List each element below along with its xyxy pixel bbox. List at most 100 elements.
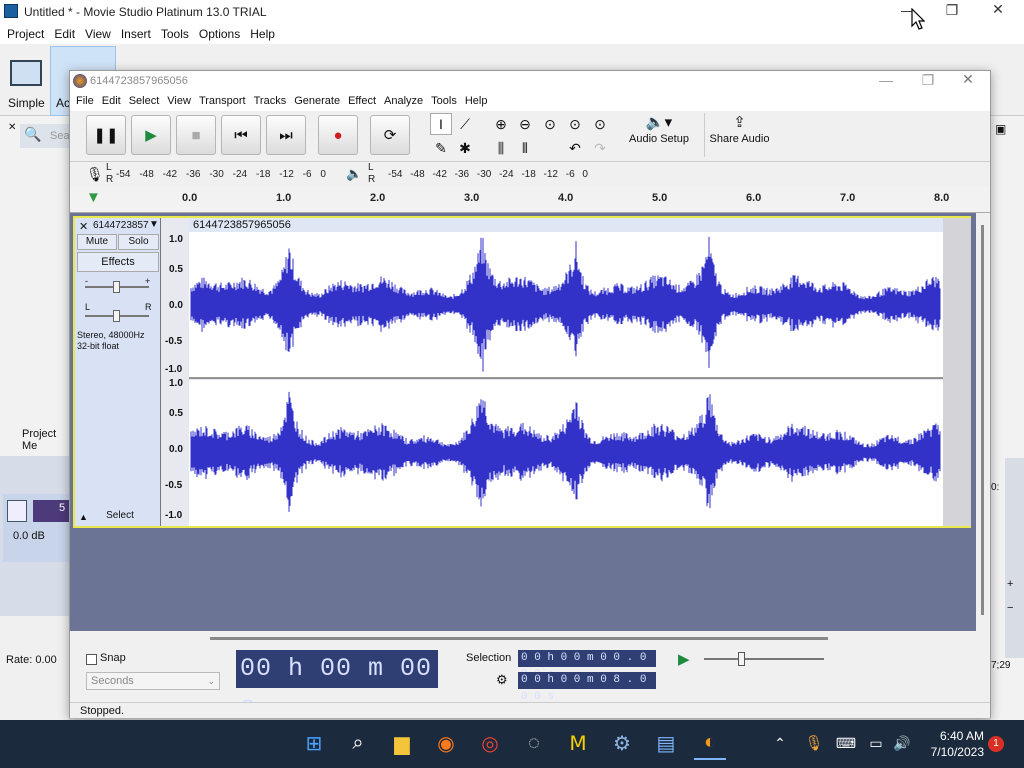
horizontal-scrollbar[interactable] [70, 631, 976, 645]
multi-tool-icon[interactable]: ✱ [454, 137, 476, 159]
menu-options[interactable]: Options [199, 27, 240, 41]
speed-slider-thumb[interactable] [738, 652, 745, 666]
snap-units-select[interactable]: Seconds ⌄ [86, 672, 220, 690]
audacity-maximize-icon[interactable]: ❐ [914, 72, 942, 89]
search-box[interactable]: 🔍 Sea [20, 124, 70, 148]
menu-help[interactable]: Help [465, 95, 488, 107]
collapse-track-icon[interactable]: ▲ [79, 512, 88, 522]
timeline-ruler[interactable]: ▼ 0.0 1.0 2.0 3.0 4.0 5.0 6.0 7.0 8.0 [70, 187, 990, 213]
track-header[interactable]: 5 0.0 dB [3, 494, 69, 562]
playback-meter[interactable]: -54 -48 -42 -36 -30 -24 -18 -12 -6 0 [388, 166, 588, 182]
menu-help[interactable]: Help [250, 27, 275, 41]
menu-view[interactable]: View [167, 95, 191, 107]
stop-button[interactable]: ■ [176, 115, 216, 155]
menu-file[interactable]: File [76, 95, 94, 107]
microphone-icon[interactable]: 🎙 [798, 726, 830, 760]
record-meter[interactable]: -54 -48 -42 -36 -30 -24 -18 -12 -6 0 [116, 166, 326, 182]
timeline-scroll[interactable] [1005, 458, 1024, 658]
menu-generate[interactable]: Generate [294, 95, 340, 107]
menu-effect[interactable]: Effect [348, 95, 376, 107]
windows-start-icon[interactable]: ⊞ [298, 726, 330, 760]
effects-button[interactable]: Effects [77, 252, 159, 272]
loop-button[interactable]: ⟳ [370, 115, 410, 155]
close-icon[interactable]: ✕ [984, 1, 1012, 18]
silence-selection-icon[interactable]: ⫴ [514, 137, 536, 159]
menu-edit[interactable]: Edit [102, 95, 121, 107]
skip-start-button[interactable]: ⏮ [221, 115, 261, 155]
waveform[interactable] [189, 232, 943, 526]
menu-edit[interactable]: Edit [54, 27, 75, 41]
draw-tool-icon[interactable]: ✎ [430, 137, 452, 159]
redo-icon[interactable]: ↷ [589, 137, 611, 159]
envelope-tool-icon[interactable]: ⟋ [454, 113, 476, 135]
vertical-scrollbar[interactable] [976, 213, 990, 631]
select-button[interactable]: Select [95, 510, 145, 524]
selection-start-field[interactable]: 0 0 h 0 0 m 0 0 . 0 0 0 s [518, 650, 656, 681]
movie-studio-taskbar-icon[interactable]: ▤ [650, 726, 682, 760]
time-display[interactable]: 00 h 00 m 00 s [236, 650, 438, 721]
chrome-icon[interactable]: ◎ [474, 726, 506, 760]
gain-slider-thumb[interactable] [113, 281, 120, 293]
fit-selection-icon[interactable]: ⊙ [539, 113, 561, 135]
selection-end-field[interactable]: 0 0 h 0 0 m 0 8 . 0 0 0 s [518, 672, 656, 703]
zoom-in-tool-icon[interactable]: ⊕ [490, 113, 512, 135]
menu-project[interactable]: Project [7, 27, 44, 41]
menu-transport[interactable]: Transport [199, 95, 246, 107]
pause-button[interactable]: ❚❚ [86, 115, 126, 155]
horizontal-scroll-thumb[interactable] [210, 637, 828, 640]
panel-icon[interactable]: ▣ [995, 122, 1006, 136]
maximize-icon[interactable]: ❐ [938, 2, 966, 19]
zoom-in-icon[interactable]: + [1007, 578, 1013, 590]
audacity-minimize-icon[interactable]: — [872, 72, 900, 88]
mute-button[interactable]: Mute [77, 234, 117, 250]
solo-button[interactable]: Solo [118, 234, 159, 250]
menu-select[interactable]: Select [129, 95, 160, 107]
app-icon[interactable]: ◌ [518, 726, 550, 760]
audio-track[interactable]: ✕ 6144723857 ▼ Mute Solo Effects - + L R… [73, 216, 971, 528]
play-button[interactable]: ▶ [131, 115, 171, 155]
clock[interactable]: 6:40 AM 7/10/2023 [920, 728, 984, 760]
timeline-options-icon[interactable]: ▼ [86, 189, 101, 206]
selection-settings-icon[interactable]: ⚙ [496, 672, 508, 688]
selection-tool-icon[interactable]: I [430, 113, 452, 135]
menu-analyze[interactable]: Analyze [384, 95, 423, 107]
playback-speaker-icon[interactable]: 🔈 [346, 166, 362, 182]
movie-maker-icon[interactable]: Ⅿ [562, 726, 594, 760]
skip-end-button[interactable]: ⏭ [266, 115, 306, 155]
play-at-speed-icon[interactable]: ▶ [678, 650, 690, 668]
panel-close-icon[interactable]: ✕ [8, 122, 16, 133]
keyboard-icon[interactable]: ⌨ [830, 726, 862, 760]
audio-setup-button[interactable]: 🔈▾ Audio Setup [626, 113, 692, 157]
volume-icon[interactable]: 🔊 [886, 726, 918, 760]
simple-mode-button[interactable]: Simple [8, 96, 45, 110]
undo-icon[interactable]: ↶ [564, 137, 586, 159]
track-menu-chevron-icon[interactable]: ▼ [149, 219, 159, 230]
zoom-toggle-icon[interactable]: ⊙ [589, 113, 611, 135]
project-media-tab[interactable]: Project Me [22, 428, 69, 452]
speed-slider[interactable] [704, 658, 824, 660]
zoom-out-tool-icon[interactable]: ⊖ [514, 113, 536, 135]
record-button[interactable]: ● [318, 115, 358, 155]
notification-badge[interactable]: 1 [988, 736, 1004, 752]
file-explorer-icon[interactable]: ▆ [386, 726, 418, 760]
fit-project-icon[interactable]: ⊙ [564, 113, 586, 135]
clip-header[interactable]: 6144723857965056 [189, 218, 943, 232]
firefox-icon[interactable]: ◉ [430, 726, 462, 760]
vertical-scroll-thumb[interactable] [981, 225, 984, 615]
trim-outside-icon[interactable]: ⫼ [490, 137, 512, 159]
menu-tools[interactable]: Tools [431, 95, 457, 107]
audacity-close-icon[interactable]: ✕ [954, 71, 982, 88]
zoom-out-icon[interactable]: − [1007, 602, 1013, 614]
snap-checkbox[interactable] [86, 654, 97, 665]
settings-icon[interactable]: ⚙ [606, 726, 638, 760]
pan-slider-thumb[interactable] [113, 310, 120, 322]
search-icon[interactable]: ⌕ [342, 726, 374, 760]
microphone-icon[interactable]: 🎙 [86, 166, 104, 183]
audacity-taskbar-icon[interactable]: ◐ [694, 726, 726, 760]
simple-mode-icon[interactable] [10, 60, 42, 86]
menu-insert[interactable]: Insert [121, 27, 151, 41]
chevron-up-icon[interactable]: ⌃ [764, 726, 796, 760]
menu-view[interactable]: View [85, 27, 111, 41]
track-name-dropdown[interactable]: 6144723857 [93, 220, 149, 231]
menu-tools[interactable]: Tools [161, 27, 189, 41]
